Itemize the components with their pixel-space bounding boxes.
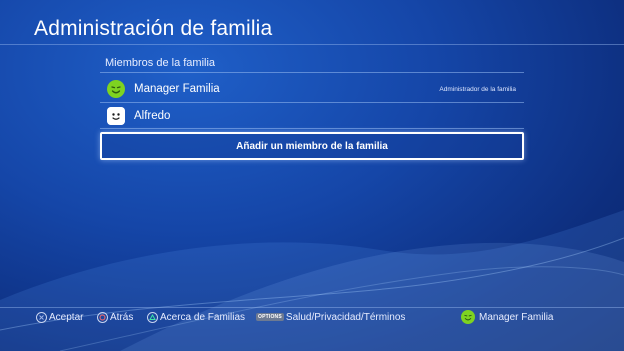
- add-family-member-button[interactable]: Añadir un miembro de la familia: [100, 132, 524, 160]
- row-divider: [100, 128, 524, 129]
- hint-label: Aceptar: [49, 311, 84, 323]
- cross-button-icon: [36, 311, 47, 323]
- triangle-button-icon: [147, 311, 158, 323]
- hint-label: Salud/Privacidad/Términos: [285, 311, 406, 323]
- member-row-manager[interactable]: Manager Familia Administrador de la fami…: [100, 76, 524, 102]
- hint-accept[interactable]: Aceptar: [36, 309, 83, 325]
- current-user-name: Manager Familia: [479, 311, 554, 323]
- hint-label: Acerca de Familias: [160, 311, 246, 323]
- footer-hints: Aceptar Atrás Acerca de Familias OPTIONS…: [0, 309, 624, 325]
- member-name: Manager Familia: [134, 83, 220, 95]
- page-title: Administración de familia: [34, 17, 273, 40]
- green-smiley-icon: [107, 80, 125, 98]
- hint-health-privacy[interactable]: OPTIONS Salud/Privacidad/Términos: [256, 309, 405, 325]
- white-face-icon: [107, 107, 125, 125]
- background-waves: [0, 210, 624, 351]
- green-smiley-icon: [461, 310, 475, 324]
- hint-label: Atrás: [110, 311, 134, 323]
- hint-about-families[interactable]: Acerca de Familias: [147, 309, 245, 325]
- hint-back[interactable]: Atrás: [97, 309, 133, 325]
- title-divider: [0, 44, 624, 45]
- circle-button-icon: [97, 311, 108, 323]
- current-user: Manager Familia: [461, 309, 553, 325]
- member-name: Alfredo: [134, 110, 171, 122]
- options-button-icon: OPTIONS: [256, 313, 284, 321]
- members-divider: [100, 72, 524, 73]
- members-section-label: Miembros de la familia: [105, 57, 216, 69]
- member-row-alfredo[interactable]: Alfredo: [100, 103, 524, 129]
- footer-divider: [0, 307, 624, 308]
- member-role: Administrador de la familia: [439, 85, 516, 93]
